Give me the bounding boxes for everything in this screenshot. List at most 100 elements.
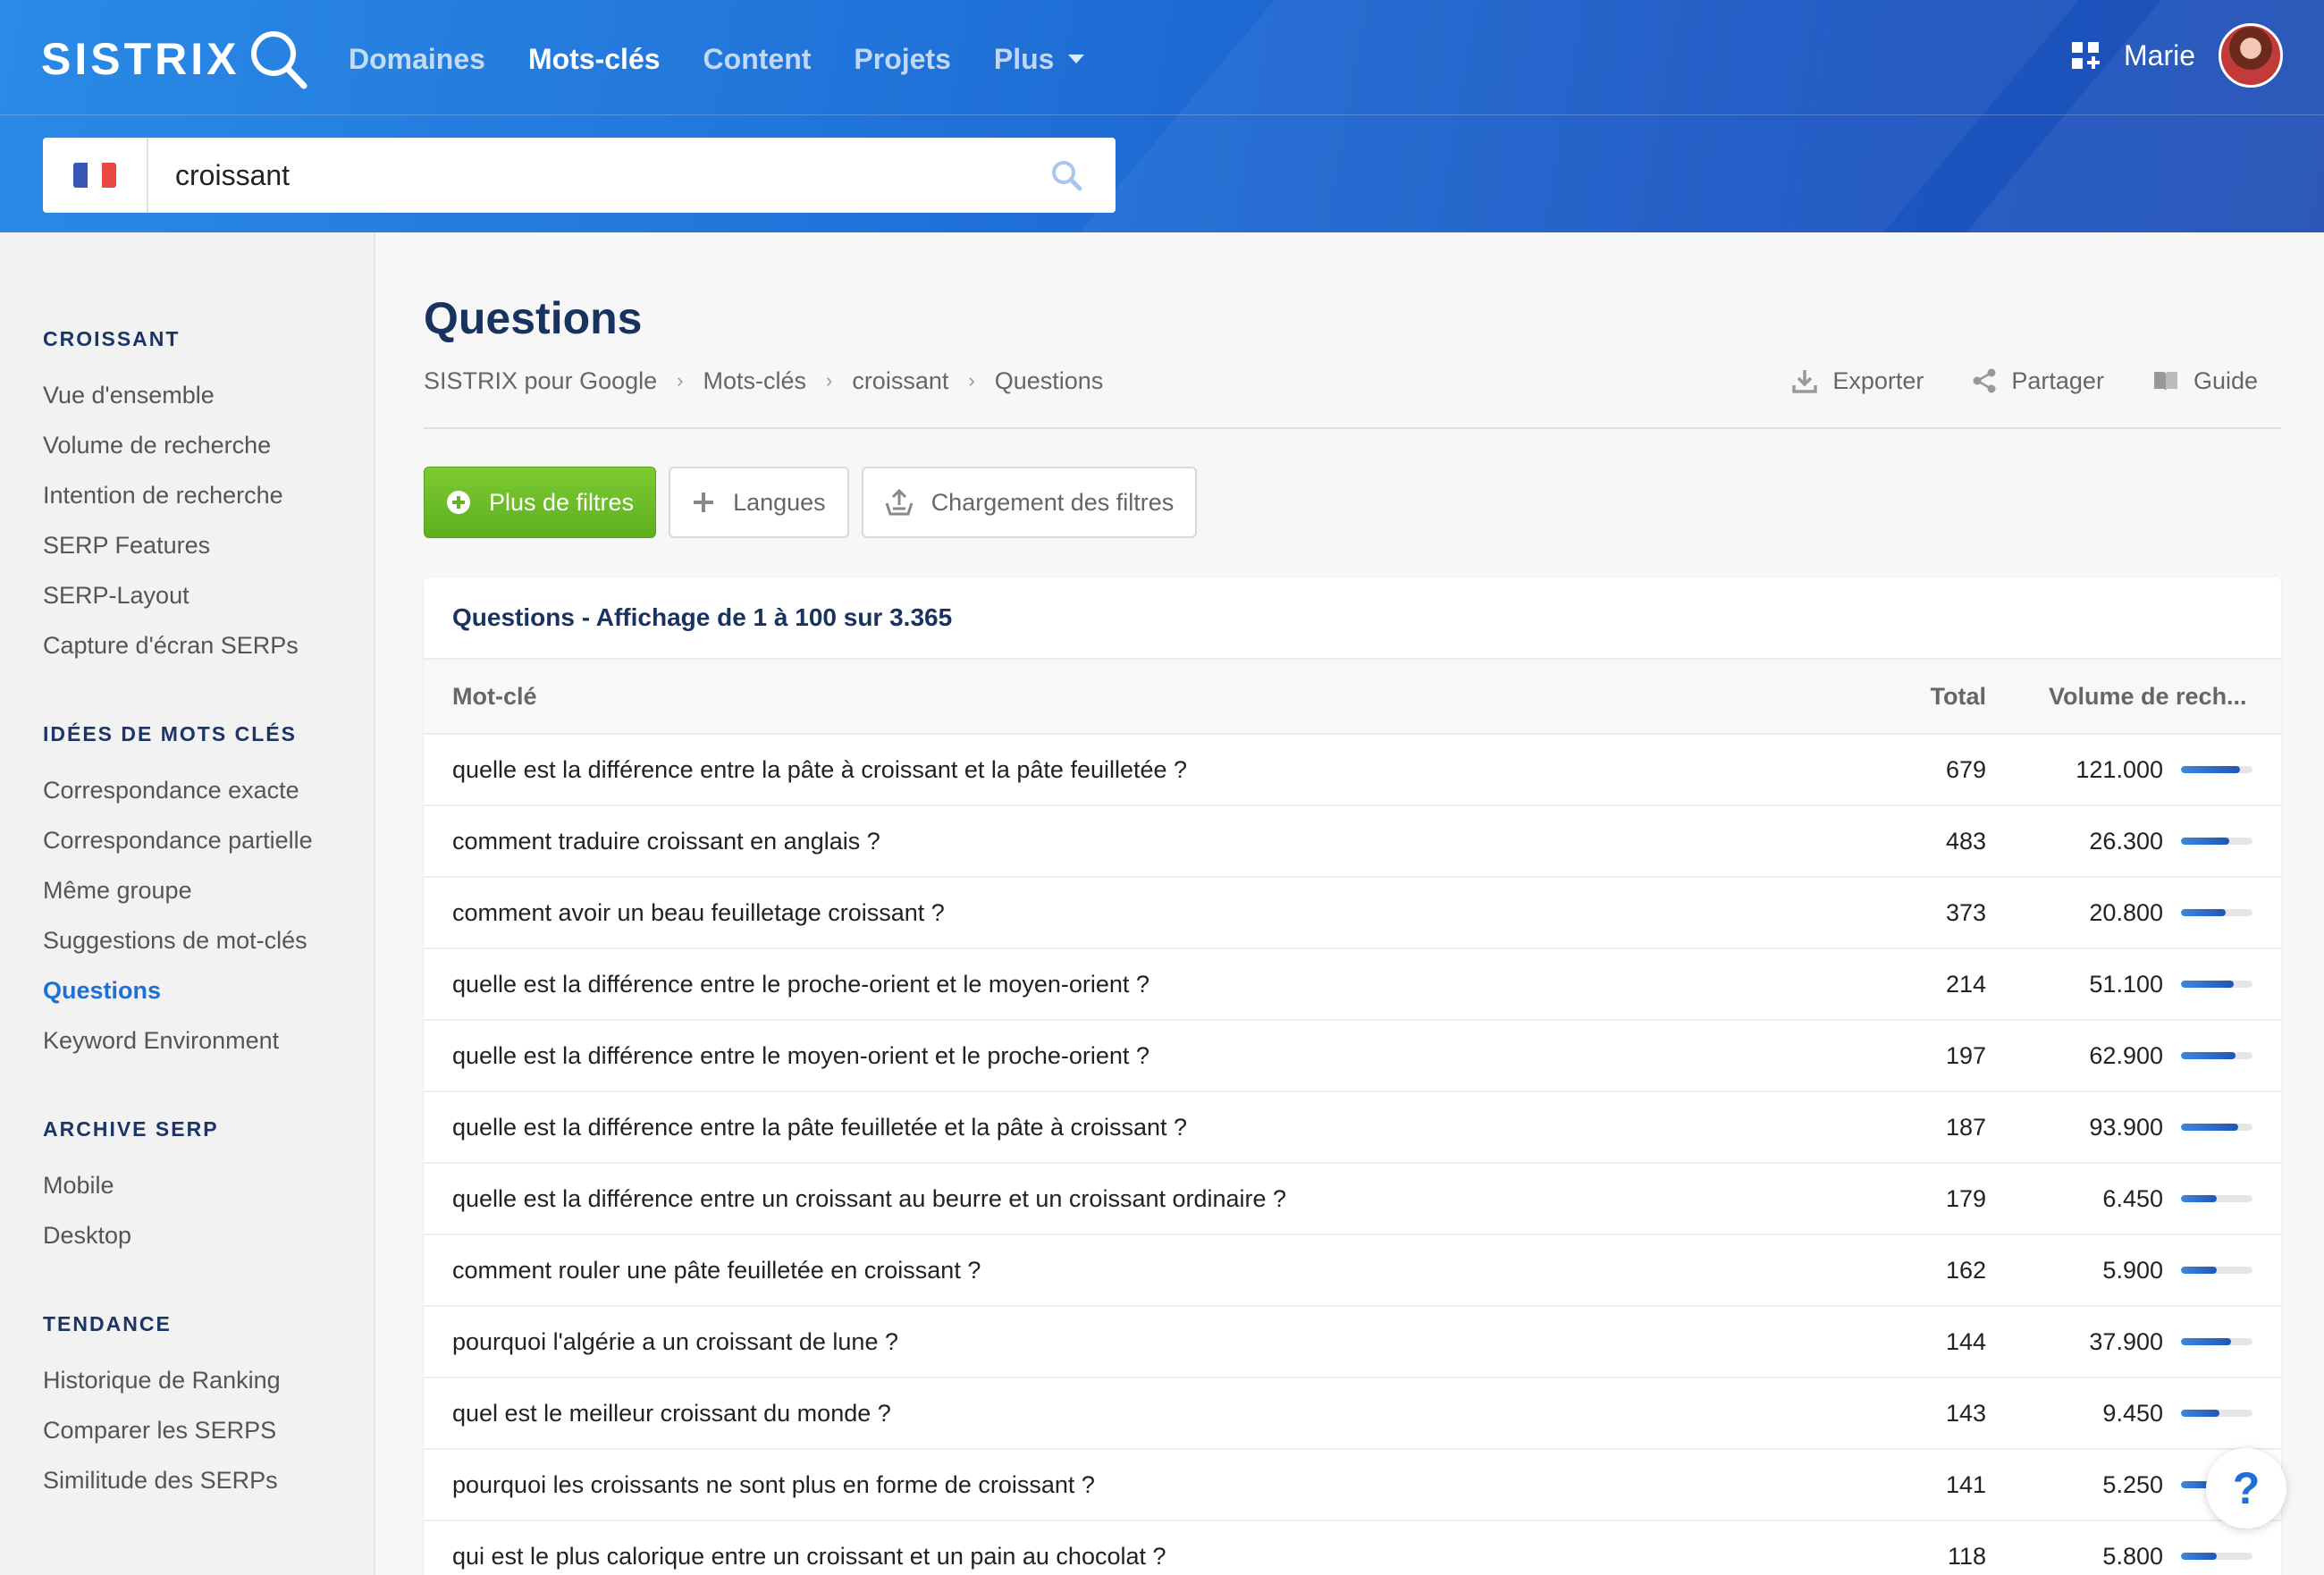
column-header-volume[interactable]: Volume de rech... xyxy=(1986,683,2281,711)
keyword-link[interactable]: qui est le plus calorique entre un crois… xyxy=(424,1543,1807,1571)
table-row[interactable]: quel est le meilleur croissant du monde … xyxy=(424,1378,2281,1450)
search-button[interactable] xyxy=(1017,138,1116,213)
help-button[interactable]: ? xyxy=(2206,1448,2286,1529)
sidebar-item-correspondance-exacte[interactable]: Correspondance exacte xyxy=(43,765,374,815)
sidebar-item-vue-ensemble[interactable]: Vue d'ensemble xyxy=(43,370,374,420)
sidebar-item-serp-features[interactable]: SERP Features xyxy=(43,520,374,570)
page-title: Questions xyxy=(424,293,643,343)
share-button[interactable]: Partager xyxy=(1972,363,2104,399)
country-selector[interactable] xyxy=(43,138,148,213)
sidebar-item-serp-layout[interactable]: SERP-Layout xyxy=(43,570,374,620)
breadcrumb-item[interactable]: Mots-clés xyxy=(703,363,806,399)
avatar[interactable] xyxy=(2219,23,2283,88)
search-input[interactable] xyxy=(148,138,1017,213)
volume-bar xyxy=(2181,1124,2252,1131)
volume-bar-fill xyxy=(2181,1124,2238,1131)
sidebar-item-suggestions[interactable]: Suggestions de mot-clés xyxy=(43,915,374,965)
table-row[interactable]: quelle est la différence entre un croiss… xyxy=(424,1164,2281,1235)
sidebar-item-comparer-serps[interactable]: Comparer les SERPS xyxy=(43,1405,374,1455)
sidebar-item-correspondance-partielle[interactable]: Correspondance partielle xyxy=(43,815,374,865)
sidebar-section-croissant: CROISSANT Vue d'ensemble Volume de reche… xyxy=(43,325,374,670)
table-row[interactable]: pourquoi l'algérie a un croissant de lun… xyxy=(424,1307,2281,1378)
keyword-link[interactable]: quel est le meilleur croissant du monde … xyxy=(424,1400,1807,1428)
nav-projets[interactable]: Projets xyxy=(854,36,950,82)
main-nav: Domaines Mots-clés Content Projets Plus xyxy=(349,36,1086,82)
france-flag-icon xyxy=(73,163,116,188)
keyword-link[interactable]: quelle est la différence entre un croiss… xyxy=(424,1185,1807,1213)
sidebar-item-volume-recherche[interactable]: Volume de recherche xyxy=(43,420,374,470)
total-value: 143 xyxy=(1945,1399,1986,1427)
sidebar-item-mobile[interactable]: Mobile xyxy=(43,1160,374,1210)
table-row[interactable]: comment traduire croissant en anglais ? 4… xyxy=(424,806,2281,878)
table-row[interactable]: quelle est la différence entre le proche… xyxy=(424,949,2281,1021)
volume-cell: 6.450 xyxy=(1986,1185,2281,1213)
sidebar-section-title: CROISSANT xyxy=(43,327,181,350)
keyword-link[interactable]: comment avoir un beau feuilletage croiss… xyxy=(424,899,1807,927)
table-row[interactable]: pourquoi les croissants ne sont plus en … xyxy=(424,1450,2281,1521)
keyword-link[interactable]: quelle est la différence entre la pâte à… xyxy=(424,756,1807,784)
keyword-link[interactable]: quelle est la différence entre le proche… xyxy=(424,971,1807,998)
sidebar-item-intention-recherche[interactable]: Intention de recherche xyxy=(43,470,374,520)
sidebar-section-title: ARCHIVE SERP xyxy=(43,1117,219,1141)
column-header-total[interactable]: Total xyxy=(1807,683,1987,711)
volume-cell: 51.100 xyxy=(1986,971,2281,998)
volume-value: 93.900 xyxy=(2089,1113,2163,1141)
volume-value: 121.000 xyxy=(2076,755,2163,783)
volume-value: 9.450 xyxy=(2102,1399,2163,1427)
volume-cell: 20.800 xyxy=(1986,899,2281,927)
keyword-link[interactable]: pourquoi les croissants ne sont plus en … xyxy=(424,1471,1807,1499)
volume-bar-fill xyxy=(2181,1052,2236,1059)
breadcrumb-item[interactable]: croissant xyxy=(852,363,948,399)
table-row[interactable]: comment rouler une pâte feuilletée en cr… xyxy=(424,1235,2281,1307)
sidebar-item-meme-groupe[interactable]: Même groupe xyxy=(43,865,374,915)
breadcrumb-item[interactable]: SISTRIX pour Google xyxy=(424,363,657,399)
keyword-link[interactable]: quelle est la différence entre le moyen-… xyxy=(424,1042,1807,1070)
sidebar-item-similitude-serps[interactable]: Similitude des SERPs xyxy=(43,1455,374,1505)
volume-bar xyxy=(2181,1195,2252,1202)
volume-bar-fill xyxy=(2181,838,2230,845)
table-row[interactable]: quelle est la différence entre le moyen-… xyxy=(424,1021,2281,1092)
volume-bar xyxy=(2181,1338,2252,1345)
sidebar-item-desktop[interactable]: Desktop xyxy=(43,1210,374,1260)
column-header-keyword[interactable]: Mot-clé xyxy=(424,683,1807,711)
volume-bar-fill xyxy=(2181,1338,2231,1345)
sidebar: CROISSANT Vue d'ensemble Volume de reche… xyxy=(0,232,375,1575)
nav-content[interactable]: Content xyxy=(703,36,812,82)
volume-bar xyxy=(2181,1410,2252,1417)
nav-plus[interactable]: Plus xyxy=(994,36,1087,82)
export-button[interactable]: Exporter xyxy=(1791,363,1924,399)
total-value: 118 xyxy=(1947,1542,1986,1570)
keyword-link[interactable]: quelle est la différence entre la pâte f… xyxy=(424,1114,1807,1141)
total-value: 197 xyxy=(1945,1041,1986,1069)
keyword-link[interactable]: comment rouler une pâte feuilletée en cr… xyxy=(424,1257,1807,1284)
total-value: 214 xyxy=(1945,970,1986,998)
languages-button[interactable]: Langues xyxy=(669,467,849,538)
table-row[interactable]: comment avoir un beau feuilletage croiss… xyxy=(424,878,2281,949)
table-row[interactable]: quelle est la différence entre la pâte à… xyxy=(424,735,2281,806)
user-name[interactable]: Marie xyxy=(2124,39,2195,72)
table-row[interactable]: quelle est la différence entre la pâte f… xyxy=(424,1092,2281,1164)
breadcrumb: SISTRIX pour Google › Mots-clés › croiss… xyxy=(424,363,1103,399)
volume-bar xyxy=(2181,1553,2252,1560)
sidebar-item-historique-ranking[interactable]: Historique de Ranking xyxy=(43,1355,374,1405)
volume-value: 37.900 xyxy=(2089,1327,2163,1355)
sidebar-item-capture-serps[interactable]: Capture d'écran SERPs xyxy=(43,620,374,670)
user-area: Marie xyxy=(2070,23,2283,88)
table-row[interactable]: qui est le plus calorique entre un crois… xyxy=(424,1521,2281,1575)
nav-mots-cles[interactable]: Mots-clés xyxy=(528,36,661,82)
sistrix-logo[interactable]: SISTRIX xyxy=(41,25,311,93)
apps-grid-icon[interactable] xyxy=(2070,40,2101,71)
sidebar-section-title: TENDANCE xyxy=(43,1312,172,1335)
guide-button[interactable]: Guide xyxy=(2152,363,2258,399)
volume-cell: 121.000 xyxy=(1986,756,2281,784)
page-actions: Exporter Partager Guide xyxy=(1791,363,2258,399)
sidebar-item-questions[interactable]: Questions xyxy=(43,965,374,1015)
table-title: Questions - Affichage de 1 à 100 sur 3.3… xyxy=(424,577,2281,660)
sidebar-item-keyword-environment[interactable]: Keyword Environment xyxy=(43,1015,374,1065)
keyword-link[interactable]: pourquoi l'algérie a un croissant de lun… xyxy=(424,1328,1807,1356)
load-filters-button[interactable]: Chargement des filtres xyxy=(861,467,1198,538)
volume-value: 26.300 xyxy=(2089,827,2163,855)
keyword-link[interactable]: comment traduire croissant en anglais ? xyxy=(424,828,1807,855)
nav-domaines[interactable]: Domaines xyxy=(349,36,485,82)
more-filters-button[interactable]: Plus de filtres xyxy=(424,467,657,538)
